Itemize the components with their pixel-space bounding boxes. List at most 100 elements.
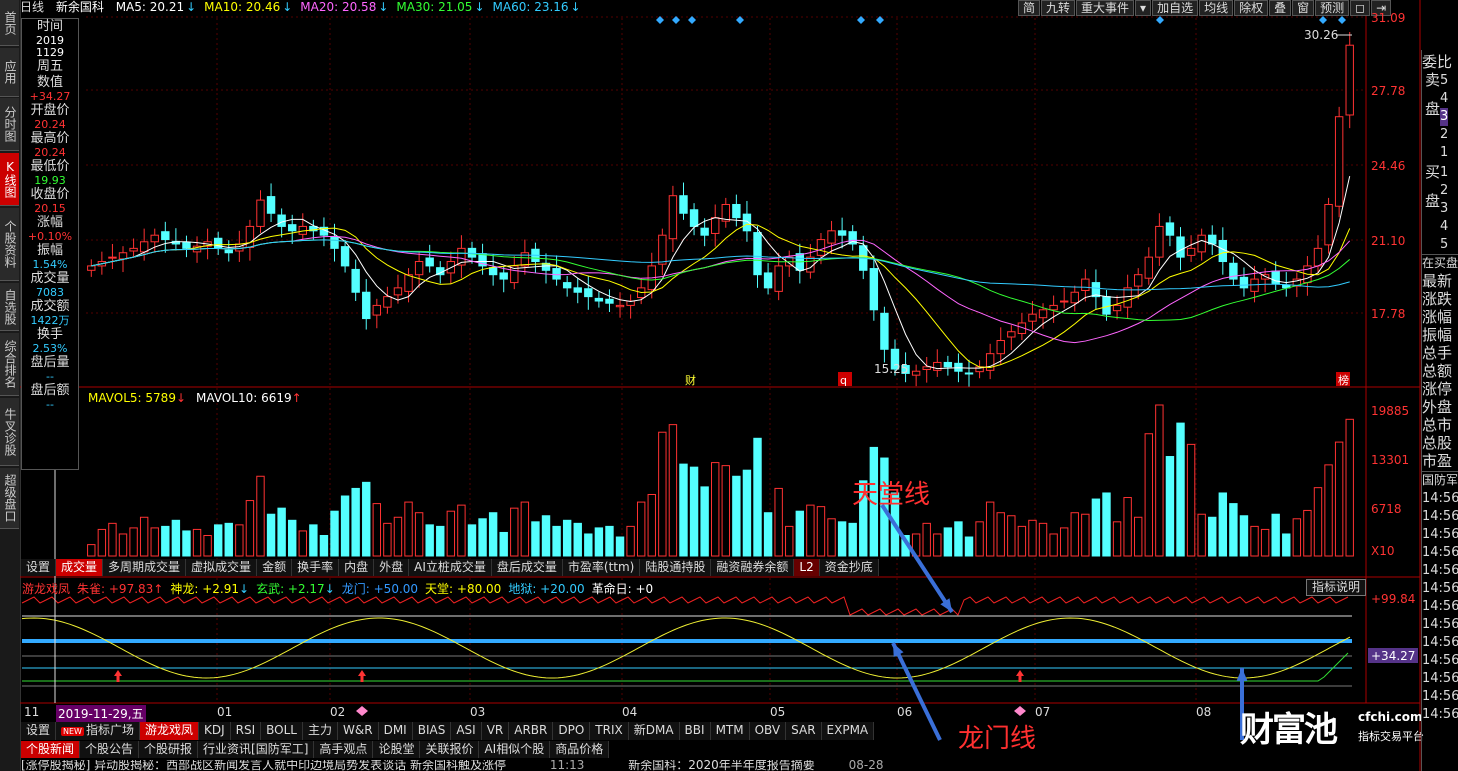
- indicator-tab[interactable]: DMI: [378, 722, 413, 740]
- event-marker[interactable]: 榜: [1338, 373, 1349, 387]
- indicator-tab[interactable]: 新DMA: [628, 722, 680, 740]
- volume-axis-label: X10: [1371, 544, 1395, 558]
- news-tab[interactable]: 高手观点: [314, 741, 374, 758]
- volume-bar: [626, 525, 635, 557]
- news-tab[interactable]: 个股公告: [80, 741, 140, 758]
- volume-tab[interactable]: 内盘: [339, 559, 375, 576]
- candle-body: [562, 282, 572, 289]
- ticker-time: 14:56: [1422, 545, 1458, 560]
- volume-tab[interactable]: 成交量: [56, 559, 104, 576]
- news-tab[interactable]: 个股新闻: [21, 741, 81, 758]
- indicator-tab[interactable]: MTM: [710, 722, 750, 740]
- info-value: 1.54%: [32, 258, 68, 271]
- event-diamond-icon[interactable]: [857, 16, 865, 24]
- news-headline-right[interactable]: 新余国科：2020年半年度报告摘要: [628, 760, 815, 771]
- volume-tab[interactable]: 陆股通持股: [640, 559, 712, 576]
- info-value: 20.24: [34, 118, 66, 131]
- volume-tab[interactable]: 金额: [257, 559, 293, 576]
- tiantang-annotation: 天堂线: [852, 480, 931, 510]
- candle-body: [224, 249, 233, 254]
- month-label: 03: [470, 705, 486, 719]
- news-time: 11:13: [549, 760, 585, 771]
- event-marker[interactable]: q: [840, 374, 847, 387]
- candle-body: [1334, 116, 1344, 207]
- volume-bar: [584, 533, 593, 557]
- indicator-tab[interactable]: ASI: [451, 722, 482, 740]
- volume-axis-label: 13301: [1371, 453, 1409, 467]
- event-marker[interactable]: 财: [685, 373, 696, 387]
- indicator-tab[interactable]: 游龙戏凤: [139, 722, 199, 740]
- gem-icon: [1014, 706, 1026, 716]
- event-diamond-icon[interactable]: [672, 16, 680, 24]
- indicator-legend-arrow: ↓: [239, 582, 250, 596]
- ticker-time: 14:56: [1422, 527, 1458, 542]
- news-tab[interactable]: AI相似个股: [479, 741, 551, 758]
- indicator-tab[interactable]: DPO: [553, 722, 591, 740]
- news-tab[interactable]: 关联报价: [420, 741, 480, 758]
- watermark-tagline: 指标交易平台: [1358, 730, 1424, 743]
- volume-bar: [658, 431, 667, 557]
- volume-bar: [1197, 513, 1206, 557]
- candle-body: [1007, 331, 1016, 338]
- candle-body: [277, 214, 286, 227]
- indicator-tab[interactable]: OBV: [749, 722, 787, 740]
- ma-line: [91, 176, 1351, 370]
- indicator-tab[interactable]: SAR: [786, 722, 822, 740]
- candle-body: [1155, 225, 1164, 258]
- volume-tab[interactable]: 资金抄底: [819, 559, 879, 576]
- volume-tab[interactable]: 外盘: [374, 559, 410, 576]
- buy-level: 4: [1440, 219, 1449, 234]
- volume-bar: [393, 516, 403, 557]
- indicator-tab[interactable]: ARBR: [509, 722, 554, 740]
- volume-bar: [309, 524, 318, 557]
- candle-body: [689, 209, 699, 227]
- indicator-tab[interactable]: BOLL: [261, 722, 303, 740]
- indicator-tab[interactable]: TRIX: [590, 722, 629, 740]
- volume-tab[interactable]: 盘后成交量: [491, 559, 563, 576]
- sell-level: 4: [1440, 91, 1449, 106]
- volume-tab[interactable]: 设置: [21, 559, 57, 576]
- indicator-tab[interactable]: 设置: [21, 722, 57, 740]
- volume-tab[interactable]: L2: [794, 559, 820, 576]
- news-tab[interactable]: 行业资讯[国防军工]: [198, 741, 315, 758]
- annotation-arrow: [880, 503, 954, 614]
- volume-bar: [562, 519, 572, 557]
- indicator-help-button[interactable]: 指标说明: [1306, 579, 1367, 596]
- indicator-tab[interactable]: BIAS: [412, 722, 452, 740]
- candle-body: [753, 232, 762, 276]
- time-axis-start: 11: [24, 705, 40, 719]
- volume-bar: [1313, 487, 1323, 557]
- news-tab[interactable]: 个股研报: [139, 741, 199, 758]
- watermark-url: cfchi.com: [1358, 710, 1423, 724]
- indicator-tab[interactable]: 主力: [303, 722, 339, 740]
- indicator-tab[interactable]: EXPMA: [821, 722, 875, 740]
- event-diamond-icon[interactable]: [688, 16, 696, 24]
- event-diamond-icon[interactable]: [1338, 16, 1346, 24]
- indicator-tab[interactable]: VR: [481, 722, 510, 740]
- indicator-tab[interactable]: NEW 指标广场: [56, 722, 140, 740]
- indicator-tab[interactable]: RSI: [230, 722, 262, 740]
- indicator-tab[interactable]: BBI: [679, 722, 711, 740]
- candle-body: [1038, 309, 1048, 319]
- volume-tab[interactable]: 融资融券余额: [711, 559, 795, 576]
- news-tab[interactable]: 商品价格: [550, 741, 610, 758]
- buy-side: 买盘 1 2 3 4 5: [1422, 164, 1458, 254]
- volume-tab[interactable]: 换手率: [292, 559, 340, 576]
- news-headline[interactable]: [涨停股揭秘] 异动股揭秘：西部战区新闻发言人就中印边境局势发表谈话 新余国科触…: [21, 760, 506, 771]
- event-diamond-icon[interactable]: [1319, 16, 1327, 24]
- volume-tab[interactable]: 市盈率(ttm): [562, 559, 641, 576]
- volume-tab[interactable]: 多周期成交量: [103, 559, 187, 576]
- info-value: 1422万: [30, 314, 70, 327]
- volume-tab[interactable]: AI立桩成交量: [409, 559, 492, 576]
- info-label: 收盘价: [30, 187, 70, 202]
- news-ticker[interactable]: [涨停股揭秘] 异动股揭秘：西部战区新闻发言人就中印边境局势发表谈话 新余国科触…: [21, 760, 1416, 771]
- volume-bar: [795, 510, 805, 557]
- kline-chart[interactable]: 31.0927.7824.4621.1017.7819885133016718X…: [0, 0, 1458, 771]
- candle-body: [1186, 247, 1196, 256]
- indicator-tab[interactable]: W&R: [338, 722, 379, 740]
- indicator-tab[interactable]: KDJ: [199, 722, 231, 740]
- buy-signal-icon: [1016, 670, 1024, 682]
- news-tab[interactable]: 论股堂: [373, 741, 421, 758]
- volume-axis-label: 19885: [1371, 404, 1409, 418]
- volume-tab[interactable]: 虚拟成交量: [186, 559, 258, 576]
